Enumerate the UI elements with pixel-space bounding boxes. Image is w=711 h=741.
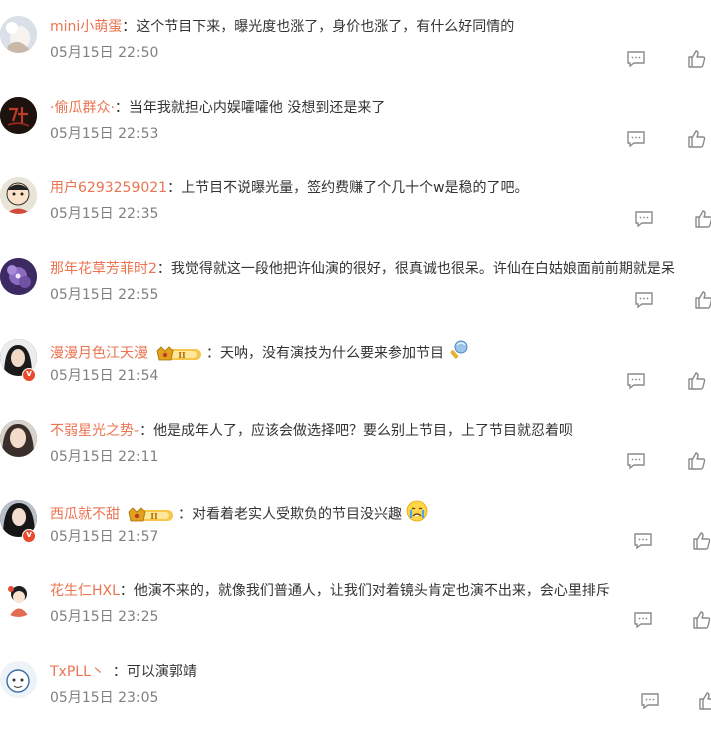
- reply-icon[interactable]: [633, 610, 653, 630]
- reply-icon[interactable]: [626, 371, 646, 391]
- username[interactable]: mini小萌蛋: [50, 19, 122, 35]
- timestamp: 05月15日 22:50: [50, 45, 159, 61]
- comment-text: 上节目不说曝光量，签约费赚了个几十个w是稳的了吧。: [181, 180, 529, 196]
- membership-badge-icon: II: [156, 345, 202, 363]
- comment-text: 我觉得就这一段他把许仙演的很好，很真诚也很呆。许仙在白姑娘面前前期就是呆: [170, 261, 675, 277]
- comment-item: 花生仁HXL：他演不来的，就像我们普通人，让我们对着镜头肯定也演不出来，会心里排…: [0, 580, 711, 660]
- avatar[interactable]: [0, 420, 37, 457]
- username[interactable]: 漫漫月色江天漫: [50, 346, 148, 362]
- comment-item: 那年花草芳菲时2：我觉得就这一段他把许仙演的很好，很真诚也很呆。许仙在白姑娘面前…: [0, 258, 711, 338]
- username[interactable]: 不弱星光之势-: [50, 423, 139, 439]
- username[interactable]: ·偷瓜群众·: [50, 100, 115, 116]
- crying-face-emoji-icon: [406, 500, 428, 529]
- timestamp: 05月15日 21:54: [50, 368, 159, 384]
- username[interactable]: 花生仁HXL: [50, 583, 120, 599]
- comment-item: mini小萌蛋：这个节目下来，曝光度也涨了，身价也涨了，有什么好同情的 05月1…: [0, 16, 711, 96]
- verified-icon: v: [22, 368, 36, 382]
- comment-text: 他演不来的，就像我们普通人，让我们对着镜头肯定也演不出来，会心里排斥: [133, 583, 610, 599]
- like-icon[interactable]: [692, 610, 711, 630]
- comment-item: 用户6293259021：上节目不说曝光量，签约费赚了个几十个w是稳的了吧。 0…: [0, 177, 711, 257]
- separator: ：: [167, 180, 182, 196]
- timestamp: 05月15日 21:57: [50, 529, 159, 545]
- comment-item: v 漫漫月色江天漫 II ：天呐，没有演技为什么要来参加节目 05月15日 21…: [0, 339, 711, 419]
- separator: ：: [114, 100, 129, 116]
- avatar[interactable]: [0, 177, 37, 214]
- microphone-emoji-icon: [448, 339, 470, 368]
- timestamp: 05月15日 22:53: [50, 126, 159, 142]
- reply-icon[interactable]: [633, 531, 653, 551]
- timestamp: 05月15日 23:25: [50, 609, 159, 625]
- membership-badge-icon: II: [128, 506, 174, 524]
- comment-text: 他是成年人了，应该会做选择吧？要么别上节目，上了节目就忍着呗: [153, 423, 574, 439]
- reply-icon[interactable]: [634, 290, 654, 310]
- reply-icon[interactable]: [634, 209, 654, 229]
- username[interactable]: 那年花草芳菲时2: [50, 261, 157, 277]
- reply-icon[interactable]: [640, 691, 660, 711]
- reply-icon[interactable]: [626, 451, 646, 471]
- like-icon[interactable]: [687, 49, 707, 69]
- timestamp: 05月15日 22:55: [50, 287, 159, 303]
- username[interactable]: 用户6293259021: [50, 180, 167, 196]
- avatar[interactable]: [0, 661, 37, 698]
- comment-text: 当年我就担心内娱嚯嚯他 没想到还是来了: [128, 100, 386, 116]
- timestamp: 05月15日 22:35: [50, 206, 159, 222]
- like-icon[interactable]: [694, 209, 711, 229]
- timestamp: 05月15日 23:05: [50, 690, 159, 706]
- like-icon[interactable]: [692, 531, 711, 551]
- separator: ：: [178, 506, 192, 523]
- separator: ：: [119, 583, 134, 599]
- separator: ：: [122, 19, 137, 35]
- comment-item: ·偷瓜群众·：当年我就担心内娱嚯嚯他 没想到还是来了 05月15日 22:53: [0, 97, 711, 177]
- comment-text: 可以演郭靖: [126, 664, 197, 680]
- level-text: II: [178, 350, 186, 360]
- avatar[interactable]: [0, 580, 37, 617]
- timestamp: 05月15日 22:11: [50, 449, 159, 465]
- comment-item: 不弱星光之势-：他是成年人了，应该会做选择吧？要么别上节目，上了节目就忍着呗 0…: [0, 420, 711, 500]
- comment-text: 这个节目下来，曝光度也涨了，身价也涨了，有什么好同情的: [136, 19, 515, 35]
- separator: ：: [112, 664, 127, 680]
- separator: ：: [156, 261, 171, 277]
- reply-icon[interactable]: [626, 49, 646, 69]
- reply-icon[interactable]: [626, 129, 646, 149]
- comment-text: 对看着老实人受欺负的节目没兴趣: [192, 506, 402, 523]
- level-text: II: [150, 511, 158, 521]
- separator: ：: [206, 345, 220, 362]
- username[interactable]: 西瓜就不甜: [50, 507, 120, 523]
- separator: ：: [139, 423, 154, 439]
- comment-item: v 西瓜就不甜 II ：对看着老实人受欺负的节目没兴趣 05月15日 21:57: [0, 500, 711, 580]
- verified-icon: v: [22, 529, 36, 543]
- comment-text: 天呐，没有演技为什么要来参加节目: [220, 345, 444, 362]
- comment-item: TxPLL丶 ：可以演郭靖 05月15日 23:05: [0, 661, 711, 741]
- avatar[interactable]: [0, 97, 37, 134]
- like-icon[interactable]: [687, 371, 707, 391]
- avatar[interactable]: [0, 16, 37, 53]
- like-icon[interactable]: [698, 691, 711, 711]
- like-icon[interactable]: [694, 290, 711, 310]
- username[interactable]: TxPLL丶: [50, 664, 105, 680]
- like-icon[interactable]: [687, 451, 707, 471]
- like-icon[interactable]: [687, 129, 707, 149]
- avatar[interactable]: [0, 258, 37, 295]
